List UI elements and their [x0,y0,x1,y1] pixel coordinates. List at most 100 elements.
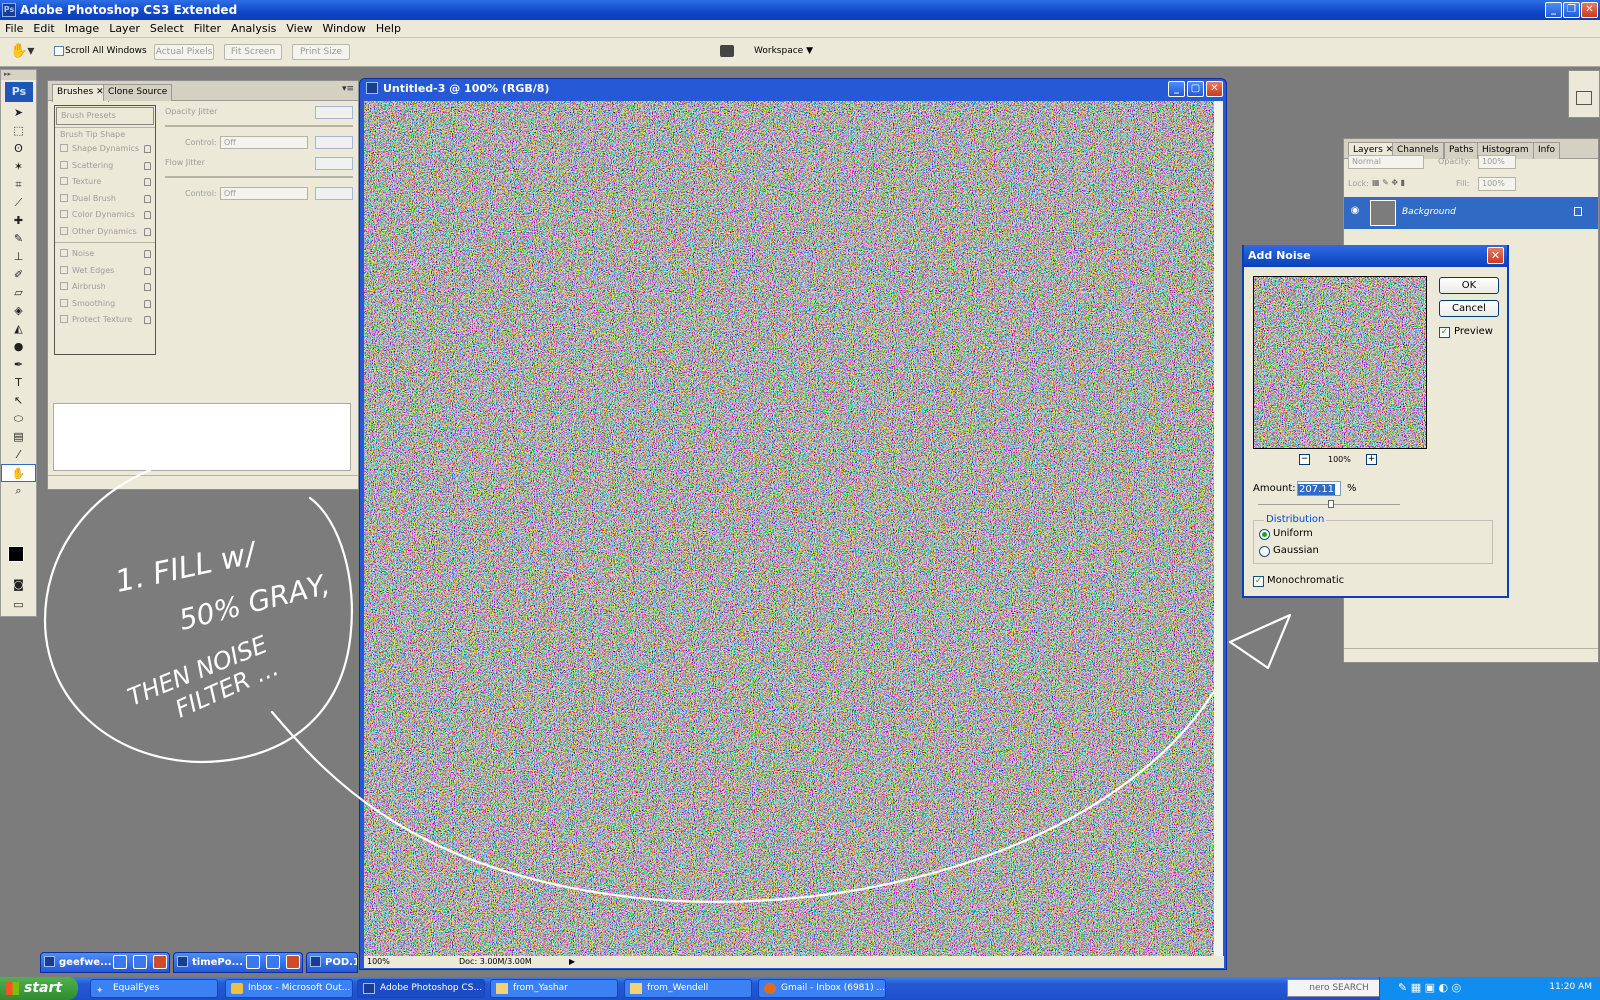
pen-icon[interactable]: ✒ [1,356,36,374]
menu-help[interactable]: Help [371,20,406,38]
zoom-in-button[interactable]: + [1366,454,1377,465]
zoom-level[interactable]: 100% [367,956,390,968]
lasso-icon[interactable]: ʘ [1,140,36,158]
marquee-icon[interactable]: ⬚ [1,122,36,140]
fill-field[interactable]: 100% [1478,177,1516,191]
collapsed-panel-dock[interactable] [1568,70,1600,118]
gaussian-radio[interactable] [1259,546,1270,557]
minimize-button[interactable]: _ [1545,2,1562,18]
history-brush-icon[interactable]: ✐ [1,266,36,284]
panel-menu-icon[interactable]: ▾≡ [342,84,354,94]
menu-layer[interactable]: Layer [104,20,145,38]
screen-mode-icon[interactable]: ▭ [1,596,36,614]
opacity-jitter-field[interactable] [315,106,353,119]
list-item[interactable]: Dual Brush [55,191,155,208]
dodge-icon[interactable]: ● [1,338,36,356]
minimized-window-geefwe[interactable]: geefwe... [40,952,170,973]
dialog-close-button[interactable]: ✕ [1487,247,1504,264]
doc-maximize-button[interactable]: ▢ [1187,81,1204,97]
amount-slider-thumb[interactable] [1328,500,1334,508]
layer-row-background[interactable]: ◉ Background [1344,197,1598,229]
list-item[interactable]: Other Dynamics [55,224,155,241]
list-item[interactable]: Wet Edges [55,263,155,280]
path-selection-icon[interactable]: ↖ [1,392,36,410]
restore-button[interactable]: ❐ [1563,2,1580,18]
status-menu-arrow-icon[interactable]: ▶ [569,956,575,968]
shape-icon[interactable]: ⬭ [1,410,36,428]
tab-info[interactable]: Info [1533,142,1561,159]
menu-file[interactable]: File [0,20,28,38]
start-button[interactable]: start [0,977,78,1000]
cancel-button[interactable]: Cancel [1439,300,1499,317]
zoom-icon[interactable]: ⌕ [1,482,36,500]
uniform-radio[interactable] [1259,529,1270,540]
opacity-field[interactable]: 100% [1478,155,1516,169]
list-item[interactable]: Smoothing [55,296,155,313]
hand-icon[interactable]: ✋ [1,464,36,482]
brush-presets-item[interactable]: Brush Presets [56,107,154,125]
flow-jitter-slider[interactable] [165,176,353,178]
opacity-control-select[interactable]: Off [220,136,308,149]
move-icon[interactable]: ➤ [1,104,36,122]
type-icon[interactable]: T [1,374,36,392]
preview-checkbox[interactable]: ✓ [1439,327,1450,338]
layer-name[interactable]: Background [1402,207,1456,217]
brush-icon[interactable]: ✎ [1,230,36,248]
task-from-yashar[interactable]: from_Yashar [490,979,618,998]
fit-screen-button[interactable]: Fit Screen [224,44,282,60]
hand-tool-preset-icon[interactable]: ✋▾ [10,43,34,59]
tab-clone-source[interactable]: Clone Source [103,84,173,101]
flow-control-field[interactable] [315,187,353,200]
noise-preview-image[interactable] [1253,276,1427,449]
lock-options-icons[interactable]: ▦ ✎ ✥ ▮ [1372,178,1405,187]
eraser-icon[interactable]: ▱ [1,284,36,302]
menu-edit[interactable]: Edit [28,20,59,38]
task-gmail[interactable]: Gmail - Inbox (6981) ... [758,979,886,998]
tray-icons[interactable]: ✎ ▦ ▣ ◐ ◎ [1398,981,1461,994]
menu-analysis[interactable]: Analysis [226,20,281,38]
nero-search-box[interactable]: nero SEARCH [1287,979,1391,997]
list-item[interactable]: Noise [55,246,155,263]
eye-icon[interactable]: ◉ [1347,205,1363,221]
slice-icon[interactable]: ⟋ [1,194,36,212]
menu-image[interactable]: Image [60,20,104,38]
close-button[interactable]: ✕ [1581,2,1598,18]
navigator-icon[interactable] [1576,91,1592,105]
minimized-window-pod[interactable]: POD.1 [306,952,358,973]
foreground-color-swatch[interactable] [8,546,24,562]
flow-jitter-field[interactable] [315,157,353,170]
tools-grip[interactable]: ▸▸ [1,70,36,80]
zoom-out-button[interactable]: − [1299,454,1310,465]
clone-stamp-icon[interactable]: ⊥ [1,248,36,266]
flow-control-select[interactable]: Off [220,187,308,200]
workspace-icon[interactable] [720,45,734,57]
list-item[interactable]: Protect Texture [55,312,155,329]
blur-icon[interactable]: ◭ [1,320,36,338]
task-from-wendell[interactable]: from_Wendell [624,979,752,998]
blend-mode-select[interactable]: Normal [1348,155,1424,169]
task-photoshop[interactable]: Adobe Photoshop CS... [357,979,485,998]
ps-logo[interactable]: Ps [5,82,33,102]
list-item[interactable]: Texture [55,174,155,191]
amount-input[interactable]: 207.11 [1297,481,1341,496]
menu-select[interactable]: Select [145,20,189,38]
doc-minimize-button[interactable]: _ [1168,81,1185,97]
healing-brush-icon[interactable]: ✚ [1,212,36,230]
brush-tip-shape-item[interactable]: Brush Tip Shape [55,127,155,141]
quick-mask-icon[interactable]: ◙ [1,576,36,594]
opacity-jitter-slider[interactable] [165,125,353,127]
crop-icon[interactable]: ⌗ [1,176,36,194]
actual-pixels-button[interactable]: Actual Pixels [154,44,214,60]
list-item[interactable]: Shape Dynamics [55,141,155,158]
opacity-control-field[interactable] [315,136,353,149]
ok-button[interactable]: OK [1439,277,1499,294]
document-vertical-scrollbar[interactable] [1214,101,1223,957]
magic-wand-icon[interactable]: ✶ [1,158,36,176]
list-item[interactable]: Color Dynamics [55,207,155,224]
task-outlook[interactable]: Inbox - Microsoft Out... [225,979,353,998]
eyedropper-icon[interactable]: ⁄ [1,446,36,464]
list-item[interactable]: Airbrush [55,279,155,296]
task-equaleyes[interactable]: ✦ EqualEyes [90,979,218,998]
menu-filter[interactable]: Filter [189,20,226,38]
paint-bucket-icon[interactable]: ◈ [1,302,36,320]
